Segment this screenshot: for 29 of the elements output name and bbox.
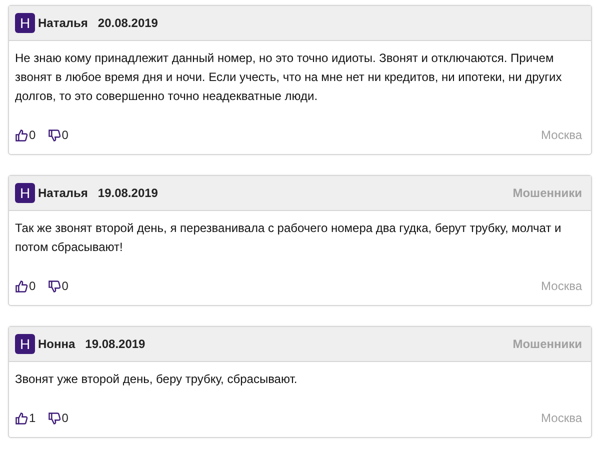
author-name: Наталья xyxy=(38,185,88,202)
review-date: 19.08.2019 xyxy=(98,185,158,202)
avatar: Н xyxy=(15,334,35,354)
thumbs-down-icon[interactable] xyxy=(48,280,61,292)
review-date: 19.08.2019 xyxy=(85,336,146,353)
dislike-count: 0 xyxy=(62,410,68,427)
dislike-count: 0 xyxy=(62,127,68,144)
review-date: 20.08.2019 xyxy=(98,15,158,32)
like-count: 0 xyxy=(29,278,36,295)
like-count: 1 xyxy=(29,410,36,427)
avatar: Н xyxy=(15,183,35,203)
category-label: Мошенники xyxy=(512,185,582,202)
city-label: Москва xyxy=(541,410,582,427)
author-name: Наталья xyxy=(38,15,88,32)
author-name: Нонна xyxy=(38,336,76,353)
dislike-count: 0 xyxy=(62,278,68,295)
thumbs-up-icon[interactable] xyxy=(15,280,28,292)
thumbs-down-icon[interactable] xyxy=(48,412,61,424)
city-label: Москва xyxy=(541,278,582,295)
avatar: Н xyxy=(15,13,35,33)
review-text: Так же звонят второй день, я перезванивала с рабочего номера два гудка, берут трубку, молчат и потом сбрасывают! xyxy=(15,220,562,256)
review-text: Не знаю кому принадлежит данный номер, но это точно идиоты. Звонят и отключаются. Причем звонят в любое время дня и ночи. Если учесть, что на мне нет ни кредитов, ни ипотеки, ни других долгов, то это совершенно точно неадекватные люди. xyxy=(15,50,563,105)
like-count: 0 xyxy=(29,127,36,144)
thumbs-down-icon[interactable] xyxy=(48,128,61,142)
thumbs-up-icon[interactable] xyxy=(15,128,28,142)
thumbs-up-icon[interactable] xyxy=(15,412,28,424)
city-label: Москва xyxy=(541,127,582,144)
category-label: Мошенники xyxy=(512,336,582,353)
review-text: Звонят уже второй день, беру трубку, сбрасывают. xyxy=(15,371,298,388)
